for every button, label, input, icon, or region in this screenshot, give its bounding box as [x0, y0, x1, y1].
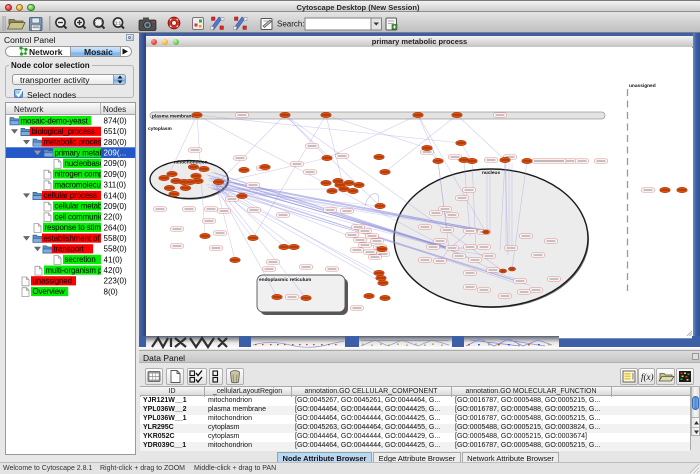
svg-text:unassigned: unassigned — [33, 277, 72, 286]
svg-text:Search:: Search: — [277, 19, 305, 28]
svg-text:cellular process: cellular process — [44, 191, 97, 200]
svg-text:f(x): f(x) — [641, 372, 654, 382]
svg-text:874(0): 874(0) — [104, 117, 127, 126]
svg-text:transport: transport — [54, 245, 85, 254]
svg-text:223(0): 223(0) — [104, 277, 127, 286]
svg-text:209(...: 209(... — [104, 149, 127, 158]
svg-text:209(0): 209(0) — [104, 159, 127, 168]
svg-text:8(0): 8(0) — [104, 287, 119, 296]
svg-text:cytoplasm: cytoplasm — [148, 126, 172, 132]
svg-text:plasma membrane: plasma membrane — [152, 114, 194, 120]
svg-text:311(0): 311(0) — [104, 181, 127, 190]
svg-text:response to stimulu: response to stimulu — [45, 223, 112, 232]
svg-text:biological_process: biological_process — [32, 127, 95, 136]
svg-text:22(0): 22(0) — [104, 213, 123, 222]
svg-text:209(0): 209(0) — [104, 202, 127, 211]
svg-text:metabolic process: metabolic process — [44, 138, 106, 147]
svg-text:mosaic-demo-yeast: mosaic-demo-yeast — [21, 116, 89, 125]
svg-text:nucleobase-: nucleobase- — [65, 159, 107, 168]
svg-text:unassigned: unassigned — [629, 83, 656, 89]
svg-text:41(0): 41(0) — [104, 255, 123, 264]
svg-text:Overview: Overview — [33, 287, 65, 296]
svg-text:280(0): 280(0) — [104, 138, 127, 147]
svg-text:651(0): 651(0) — [104, 127, 127, 136]
svg-text:558(0): 558(0) — [104, 234, 127, 243]
svg-text:cellular metabo: cellular metabo — [55, 202, 108, 211]
svg-text:614(0): 614(0) — [104, 191, 127, 200]
svg-text:209(0): 209(0) — [104, 170, 127, 179]
svg-text:secretion: secretion — [65, 255, 96, 264]
svg-text:42(0): 42(0) — [104, 266, 123, 275]
svg-text:558(0): 558(0) — [104, 245, 127, 254]
svg-text:nucleus: nucleus — [482, 170, 500, 176]
svg-text:264(0): 264(0) — [104, 223, 127, 232]
svg-text:endoplasmic reticulum: endoplasmic reticulum — [259, 277, 311, 283]
svg-text:cell communicat: cell communicat — [55, 212, 111, 221]
svg-text:macromolecule: macromolecule — [55, 180, 108, 189]
svg-text:primary metabo: primary metabo — [55, 148, 109, 157]
svg-text:multi-organism pro: multi-organism pro — [46, 266, 110, 275]
svg-text:nitrogen compo: nitrogen compo — [55, 170, 109, 179]
svg-text:establishment of lo: establishment of lo — [44, 234, 109, 243]
